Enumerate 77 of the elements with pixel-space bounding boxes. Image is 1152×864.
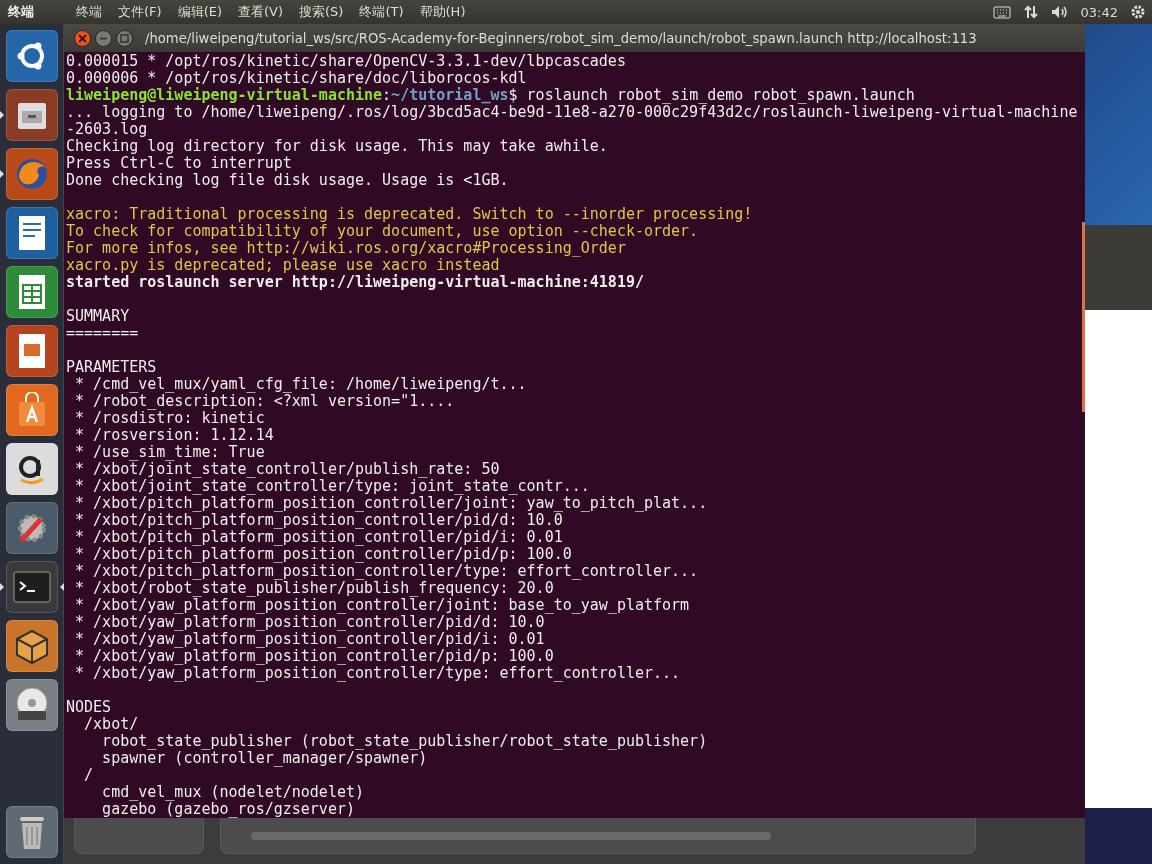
launcher-item[interactable]: [5, 207, 58, 259]
output-line: * /xbot/pitch_platform_position_controller/joint: yaw_to_pitch_plat...: [74, 495, 709, 512]
maximize-button[interactable]: [116, 29, 133, 47]
output-line: * /xbot/joint_state_controller/publish_rate: 50: [74, 461, 501, 478]
menu-item[interactable]: 文件(F): [110, 3, 170, 21]
scrollbar-thumb[interactable]: [1082, 222, 1085, 412]
output-line: SUMMARY: [66, 308, 131, 325]
output-line: NODES: [66, 699, 113, 716]
output-line: /: [83, 767, 95, 784]
output-line: * /xbot/yaw_platform_position_controller/pid/d: 10.0: [74, 614, 545, 631]
menu-item[interactable]: 编辑(E): [169, 3, 230, 21]
output-line: started roslaunch server http://liweipeng-virtual-machine:41819/: [66, 274, 645, 291]
maximize-icon: [120, 33, 129, 43]
close-icon: [78, 33, 87, 43]
output-line: cmd_vel_mux (nodelet/nodelet): [101, 784, 365, 801]
desktop-background: [1085, 808, 1152, 864]
output-line: * /xbot/pitch_platform_position_controller/pid/p: 100.0: [74, 546, 573, 563]
gear-icon[interactable]: [1130, 4, 1146, 20]
launcher-item[interactable]: [5, 384, 58, 436]
menu-item[interactable]: 查看(V): [230, 3, 292, 21]
output-line: * /xbot/robot_state_publisher/publish_frequency: 20.0: [74, 580, 554, 597]
app-name: 终端: [8, 3, 35, 21]
output-line: ========: [66, 325, 140, 342]
output-line: * /cmd_vel_mux/yaml_cfg_file: /home/liweipeng/t...: [74, 376, 528, 393]
output-line: * /xbot/joint_state_controller/type: joint_state_contr...: [74, 478, 591, 495]
launcher-item[interactable]: [5, 620, 58, 672]
launcher-item[interactable]: [5, 30, 58, 82]
close-button[interactable]: [74, 29, 91, 47]
launcher-item[interactable]: [5, 502, 58, 554]
output-line: robot_state_publisher (robot_state_publisher/robot_state_publisher): [101, 733, 709, 750]
output-line: * /xbot/yaw_platform_position_controller/pid/p: 100.0: [74, 648, 555, 665]
menu-item[interactable]: 终端: [68, 3, 110, 21]
output-line: * /use_sim_time: True: [74, 444, 266, 461]
output-line: * /rosversion: 1.12.14: [74, 427, 275, 444]
launcher-item[interactable]: [5, 679, 58, 731]
minimize-button[interactable]: [95, 29, 112, 47]
menu-item[interactable]: 终端(T): [351, 3, 412, 21]
scrollbar[interactable]: [251, 831, 771, 840]
window-title: /home/liweipeng/tutorial_ws/src/ROS-Academy-for-Beginners/robot_sim_demo/launch/robot_spawn.launch http://localhost:113: [145, 30, 977, 46]
output-line: gazebo (gazebo_ros/gzserver): [101, 801, 356, 818]
menu-item[interactable]: 帮助(H): [411, 3, 474, 21]
warning-line: xacro: Traditional processing is deprecated. Switch to --inorder processing!: [66, 206, 754, 223]
launcher-item[interactable]: [5, 325, 58, 377]
output-line: ... logging to /home/liweipeng/.ros/log/3bcd5ac4-be9d-11e8-a270-000c29f43d2c/roslaunch-liweipeng-virtual-machine: [66, 104, 1079, 121]
output-line: /xbot/: [83, 716, 140, 733]
network-arrows-icon[interactable]: [1022, 4, 1039, 20]
output-line: Checking log directory for disk usage. This may take awhile.: [66, 138, 609, 155]
output-line: * /xbot/pitch_platform_position_controller/pid/i: 0.01: [74, 529, 564, 546]
output-line: * /xbot/yaw_platform_position_controller/type: effort_controller...: [74, 665, 682, 682]
warning-line: For more infos, see http://wiki.ros.org/xacro#Processing_Order: [66, 240, 627, 257]
output-line: 0.000006 * /opt/ros/kinetic/share/doc/liborocos-kdl: [66, 70, 528, 87]
prompt-path: ~/tutorial_ws: [391, 87, 509, 104]
keyboard-icon[interactable]: [992, 5, 1011, 19]
output-line: -2603.log: [66, 121, 149, 138]
launcher-item[interactable]: [5, 443, 58, 495]
prompt-user: liweipeng@liweipeng-virtual-machine: [66, 87, 383, 104]
clock[interactable]: 03:42: [1080, 4, 1118, 20]
output-line: Done checking log file disk usage. Usage is <1GB.: [66, 172, 510, 189]
prompt-separator: :: [382, 87, 392, 104]
output-line: * /xbot/yaw_platform_position_controller/joint: base_to_yaw_platform: [74, 597, 691, 614]
launcher-item[interactable]: [5, 266, 58, 318]
output-line: PARAMETERS: [66, 359, 158, 376]
output-line: * /xbot/yaw_platform_position_controller/pid/i: 0.01: [74, 631, 546, 648]
terminal-icon: [11, 570, 52, 604]
output-line: * /xbot/pitch_platform_position_controller/type: effort_controller...: [74, 563, 700, 580]
launcher-item[interactable]: [5, 806, 58, 858]
output-line: spawner (controller_manager/spawner): [101, 750, 428, 767]
output-line: 0.000015 * /opt/ros/kinetic/share/OpenCV-3.3.1-dev/lbpcascades: [66, 53, 627, 70]
warning-line: xacro.py is deprecated; please use xacro instead: [66, 257, 500, 274]
output-line: * /robot_description: <?xml version="1....: [74, 393, 456, 410]
output-line: * /xbot/pitch_platform_position_controller/pid/d: 10.0: [74, 512, 563, 529]
command-text: $ roslaunch robot_sim_demo robot_spawn.launch: [508, 87, 915, 104]
volume-icon[interactable]: [1050, 5, 1069, 19]
menu-item[interactable]: 搜索(S): [291, 3, 352, 21]
warning-line: To check for compatibility of your document, use option --check-order.: [66, 223, 700, 240]
output-line: * /rosdistro: kinetic: [74, 410, 266, 427]
output-line: Press Ctrl-C to interrupt: [66, 155, 293, 172]
